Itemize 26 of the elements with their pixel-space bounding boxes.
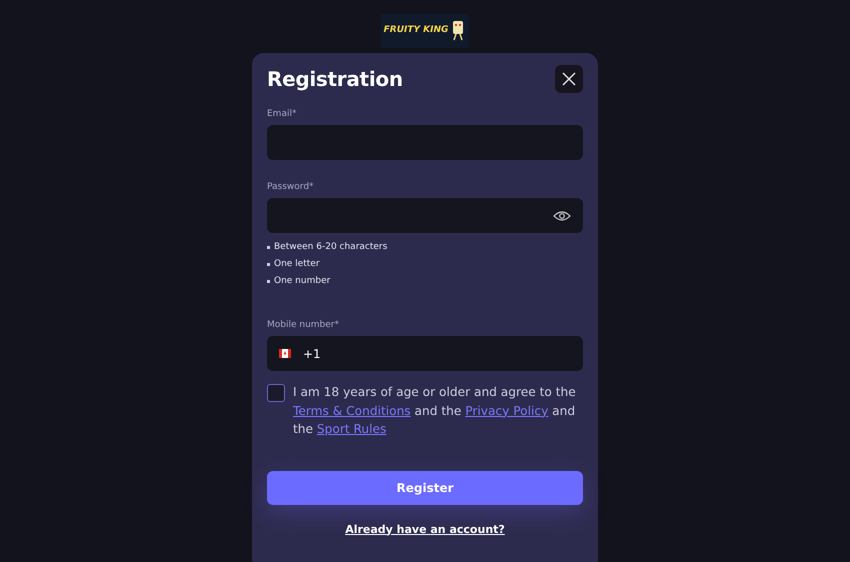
- close-icon: [562, 72, 576, 86]
- password-rule: One number: [274, 275, 330, 288]
- login-link[interactable]: Already have an account?: [345, 522, 505, 536]
- field-label: Email*: [267, 108, 296, 120]
- bullet-icon: [267, 280, 270, 283]
- agreement-text: I am 18 years of age or older and agree to the Terms & Conditions and the Privacy Policy and the Sport Rules: [293, 384, 577, 438]
- password-rule: One letter: [274, 258, 320, 271]
- terms-link[interactable]: Privacy Policy: [465, 404, 548, 418]
- phone-field[interactable]: +1: [267, 336, 583, 371]
- eye-icon[interactable]: [553, 210, 571, 222]
- register-button[interactable]: Register: [267, 470, 583, 504]
- field-label: Mobile number*: [267, 319, 340, 331]
- password-field[interactable]: [267, 198, 583, 233]
- terms-link[interactable]: Sport Rules: [316, 422, 386, 436]
- phone-number-input[interactable]: +1: [303, 344, 571, 362]
- terms-link[interactable]: Terms & Conditions: [293, 404, 411, 418]
- password-rule: Between 6-20 characters: [274, 241, 388, 254]
- close-button[interactable]: [555, 65, 583, 93]
- logo: FRUITY KING: [381, 14, 469, 48]
- email-field[interactable]: [267, 125, 583, 160]
- bullet-icon: [267, 246, 270, 249]
- flag-icon: [279, 349, 291, 358]
- checkbox[interactable]: [267, 384, 285, 402]
- dialog-title: Registration: [267, 66, 403, 92]
- field-label: Password*: [267, 181, 314, 193]
- bullet-icon: [267, 263, 270, 266]
